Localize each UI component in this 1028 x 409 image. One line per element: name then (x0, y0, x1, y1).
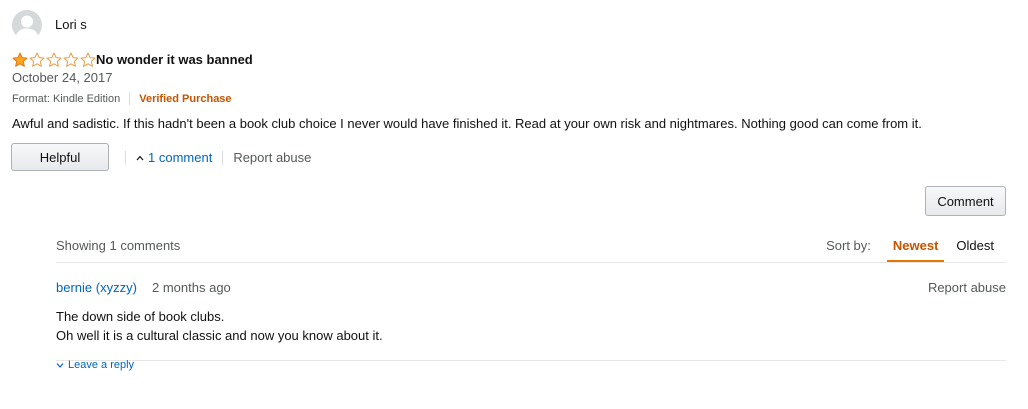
comment-text-line: The down side of book clubs. (56, 309, 225, 324)
comment-text-line: Oh well it is a cultural classic and now… (56, 328, 383, 343)
reviewer-avatar (12, 10, 42, 40)
comment-count-label: 1 comment (148, 150, 213, 165)
star-icon (63, 52, 79, 67)
leave-reply-link[interactable]: Leave a reply (56, 359, 134, 371)
comment-item: bernie (xyzzy) 2 months ago Report abuse… (56, 227, 1006, 371)
leave-reply-label: Leave a reply (68, 359, 135, 371)
helpful-button[interactable]: Helpful (11, 143, 109, 171)
review-meta: Format: Kindle Edition Verified Purchase (12, 92, 232, 105)
reviewer-name[interactable]: Lori s (55, 17, 87, 32)
review-title[interactable]: No wonder it was banned (96, 52, 253, 67)
comment-author-link[interactable]: bernie (xyzzy) (56, 280, 137, 295)
actions-divider (222, 150, 224, 165)
review-body: Awful and sadistic. If this hadn't been … (12, 116, 922, 131)
review-date: October 24, 2017 (12, 70, 113, 85)
chevron-up-icon (136, 155, 144, 160)
comment-report-abuse-link[interactable]: Report abuse (928, 280, 1006, 295)
comment-button[interactable]: Comment (925, 186, 1006, 216)
comments-section: Showing 1 comments Sort by: Newest Oldes… (56, 226, 1006, 371)
verified-purchase-badge: Verified Purchase (139, 92, 232, 105)
star-icon (12, 52, 28, 67)
star-rating (12, 52, 96, 68)
comments-toggle-link[interactable]: 1 comment (136, 150, 212, 165)
star-icon (80, 52, 96, 67)
review-actions: 1 comment Report abuse (125, 150, 311, 165)
meta-divider (129, 92, 131, 105)
star-icon (29, 52, 45, 67)
format-label: Format: Kindle Edition (12, 92, 121, 105)
comment-timestamp[interactable]: 2 months ago (152, 280, 231, 295)
star-icon (46, 52, 62, 67)
user-silhouette-icon (15, 15, 39, 40)
actions-divider (125, 150, 126, 165)
chevron-down-icon (56, 363, 64, 368)
report-abuse-link[interactable]: Report abuse (233, 150, 311, 165)
